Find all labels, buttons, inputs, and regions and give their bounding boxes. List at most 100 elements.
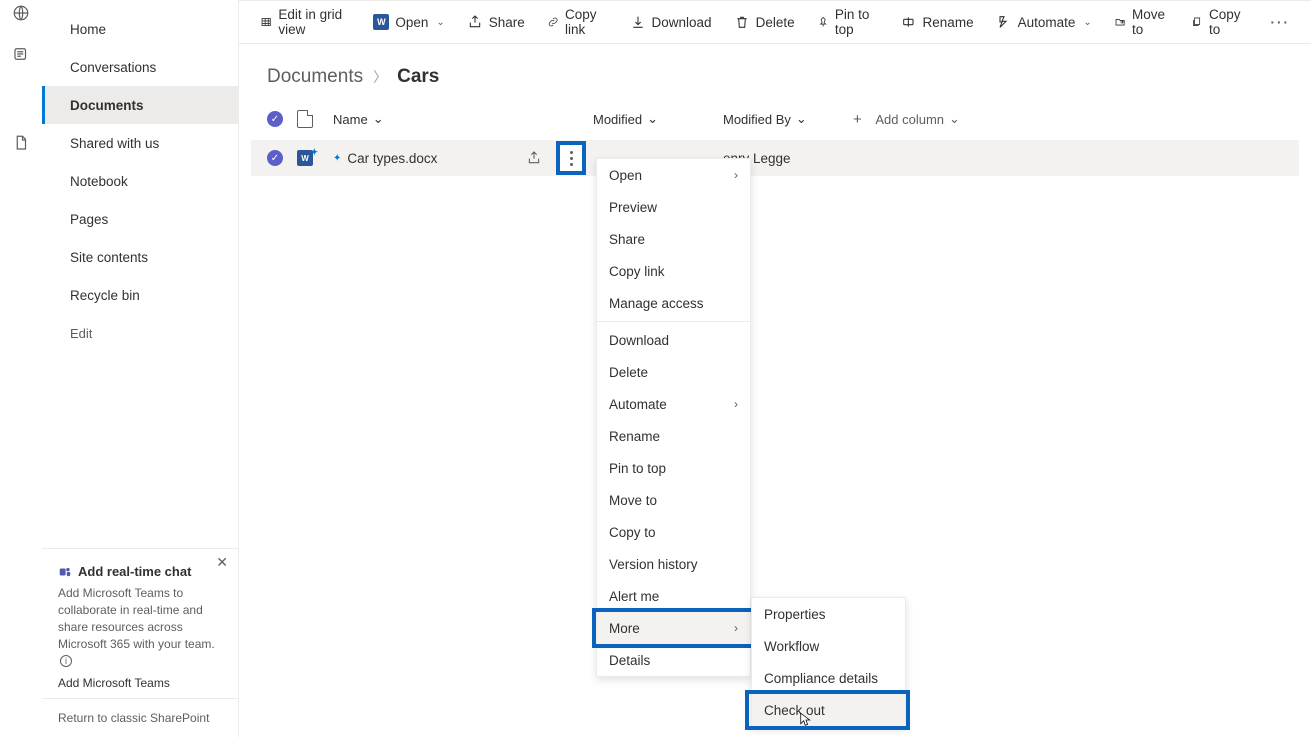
- chevron-down-icon: ⌄: [436, 17, 444, 28]
- copyto-icon: [1191, 14, 1203, 30]
- link-icon: [547, 14, 559, 30]
- word-icon: W: [373, 14, 389, 30]
- sidebar-item-home[interactable]: Home: [42, 10, 238, 48]
- ctx-open[interactable]: Open›: [597, 159, 750, 191]
- label: Open: [395, 15, 428, 30]
- ctx-moveto[interactable]: Move to: [597, 484, 750, 516]
- ctx-alertme[interactable]: Alert me: [597, 580, 750, 612]
- delete-button[interactable]: Delete: [727, 9, 802, 35]
- teams-promo-body: Add Microsoft Teams to collaborate in re…: [58, 585, 222, 669]
- trash-icon: [734, 14, 750, 30]
- column-modifiedby[interactable]: Modified By⌄: [723, 111, 853, 127]
- sidebar-item-pages[interactable]: Pages: [42, 200, 238, 238]
- return-classic-link[interactable]: Return to classic SharePoint: [42, 698, 238, 737]
- table-row[interactable]: ✓ W✦ ✦ Car types.docx enry Legge: [251, 140, 1299, 176]
- column-name[interactable]: Name⌄: [333, 111, 593, 127]
- row-more-actions-button[interactable]: [556, 141, 586, 175]
- newspaper-icon[interactable]: [12, 45, 30, 68]
- ctx-details[interactable]: Details: [597, 644, 750, 676]
- cursor-icon: [800, 712, 812, 728]
- label: Pin to top: [835, 7, 879, 37]
- edit-grid-button[interactable]: Edit in grid view: [253, 2, 358, 42]
- ctx-pintotop[interactable]: Pin to top: [597, 452, 750, 484]
- sub-compliance[interactable]: Compliance details: [752, 662, 905, 694]
- separator: [597, 321, 750, 322]
- label: Recycle bin: [70, 288, 140, 303]
- download-icon: [630, 14, 646, 30]
- ctx-preview[interactable]: Preview: [597, 191, 750, 223]
- download-button[interactable]: Download: [623, 9, 719, 35]
- label: Home: [70, 22, 106, 37]
- label: Site contents: [70, 250, 148, 265]
- ctx-automate[interactable]: Automate›: [597, 388, 750, 420]
- filetype-column-icon: [297, 110, 333, 128]
- label: Copy link: [565, 7, 608, 37]
- copyto-button[interactable]: Copy to: [1184, 2, 1252, 42]
- ctx-delete[interactable]: Delete: [597, 356, 750, 388]
- page-icon[interactable]: [12, 134, 30, 157]
- breadcrumb: Documents 〉 Cars: [239, 44, 1311, 98]
- app-rail: [0, 0, 42, 737]
- sidebar-item-recyclebin[interactable]: Recycle bin: [42, 276, 238, 314]
- copylink-button[interactable]: Copy link: [540, 2, 615, 42]
- label: Notebook: [70, 174, 128, 189]
- moveto-icon: [1114, 14, 1126, 30]
- label: Edit: [70, 326, 92, 341]
- add-teams-link[interactable]: Add Microsoft Teams: [58, 675, 222, 692]
- select-all-check-icon[interactable]: ✓: [267, 111, 283, 127]
- sidebar-item-conversations[interactable]: Conversations: [42, 48, 238, 86]
- label: Move to: [1132, 7, 1169, 37]
- share-icon[interactable]: [526, 150, 542, 166]
- chevron-right-icon: ›: [734, 168, 738, 182]
- moveto-button[interactable]: Move to: [1107, 2, 1176, 42]
- sidebar-nav: Home Conversations Documents Shared with…: [42, 0, 238, 548]
- info-icon[interactable]: i: [60, 655, 72, 667]
- ctx-more[interactable]: More›: [597, 612, 750, 644]
- context-menu: Open› Preview Share Copy link Manage acc…: [596, 158, 751, 677]
- sidebar: Home Conversations Documents Shared with…: [42, 0, 239, 737]
- chevron-down-icon: ⌄: [373, 111, 384, 127]
- sidebar-item-sharedwithus[interactable]: Shared with us: [42, 124, 238, 162]
- label: Copy to: [1209, 7, 1245, 37]
- label: Shared with us: [70, 136, 159, 151]
- column-modified[interactable]: Modified⌄: [593, 111, 723, 127]
- share-button[interactable]: Share: [460, 9, 532, 35]
- file-name: Car types.docx: [347, 151, 437, 166]
- ctx-download[interactable]: Download: [597, 324, 750, 356]
- sidebar-item-documents[interactable]: Documents: [42, 86, 238, 124]
- row-selected-check-icon[interactable]: ✓: [267, 150, 283, 166]
- breadcrumb-root[interactable]: Documents: [267, 66, 363, 88]
- rename-button[interactable]: Rename: [894, 9, 981, 35]
- ctx-versionhistory[interactable]: Version history: [597, 548, 750, 580]
- ctx-copyto[interactable]: Copy to: [597, 516, 750, 548]
- command-bar: Edit in grid view W Open ⌄ Share Copy li…: [239, 1, 1311, 44]
- teams-promo: ✕ Add real-time chat Add Microsoft Teams…: [42, 548, 238, 698]
- overflow-button[interactable]: ···: [1263, 10, 1297, 35]
- ctx-share[interactable]: Share: [597, 223, 750, 255]
- teams-promo-title: Add real-time chat: [58, 563, 222, 581]
- chevron-down-icon: ⌄: [647, 111, 658, 127]
- ctx-manageaccess[interactable]: Manage access: [597, 287, 750, 319]
- add-column-button[interactable]: + Add column⌄: [853, 111, 1053, 128]
- sub-checkout[interactable]: Check out: [752, 694, 905, 726]
- sidebar-edit-link[interactable]: Edit: [42, 314, 238, 352]
- vertical-dots-icon: [570, 151, 573, 166]
- pintotop-button[interactable]: Pin to top: [810, 2, 886, 42]
- flow-icon: [996, 14, 1012, 30]
- rename-icon: [901, 14, 917, 30]
- label: Share: [489, 15, 525, 30]
- sub-workflow[interactable]: Workflow: [752, 630, 905, 662]
- sidebar-item-notebook[interactable]: Notebook: [42, 162, 238, 200]
- sidebar-item-sitecontents[interactable]: Site contents: [42, 238, 238, 276]
- ctx-rename[interactable]: Rename: [597, 420, 750, 452]
- globe-icon[interactable]: [12, 4, 30, 27]
- chevron-down-icon: ⌄: [949, 111, 960, 127]
- sub-properties[interactable]: Properties: [752, 598, 905, 630]
- label: Add real-time chat: [78, 563, 191, 581]
- list-header: ✓ Name⌄ Modified⌄ Modified By⌄ + Add col…: [251, 98, 1299, 140]
- label: Download: [652, 15, 712, 30]
- close-icon[interactable]: ✕: [216, 553, 228, 573]
- ctx-copylink[interactable]: Copy link: [597, 255, 750, 287]
- automate-button[interactable]: Automate ⌄: [989, 9, 1099, 35]
- open-button[interactable]: W Open ⌄: [366, 9, 451, 35]
